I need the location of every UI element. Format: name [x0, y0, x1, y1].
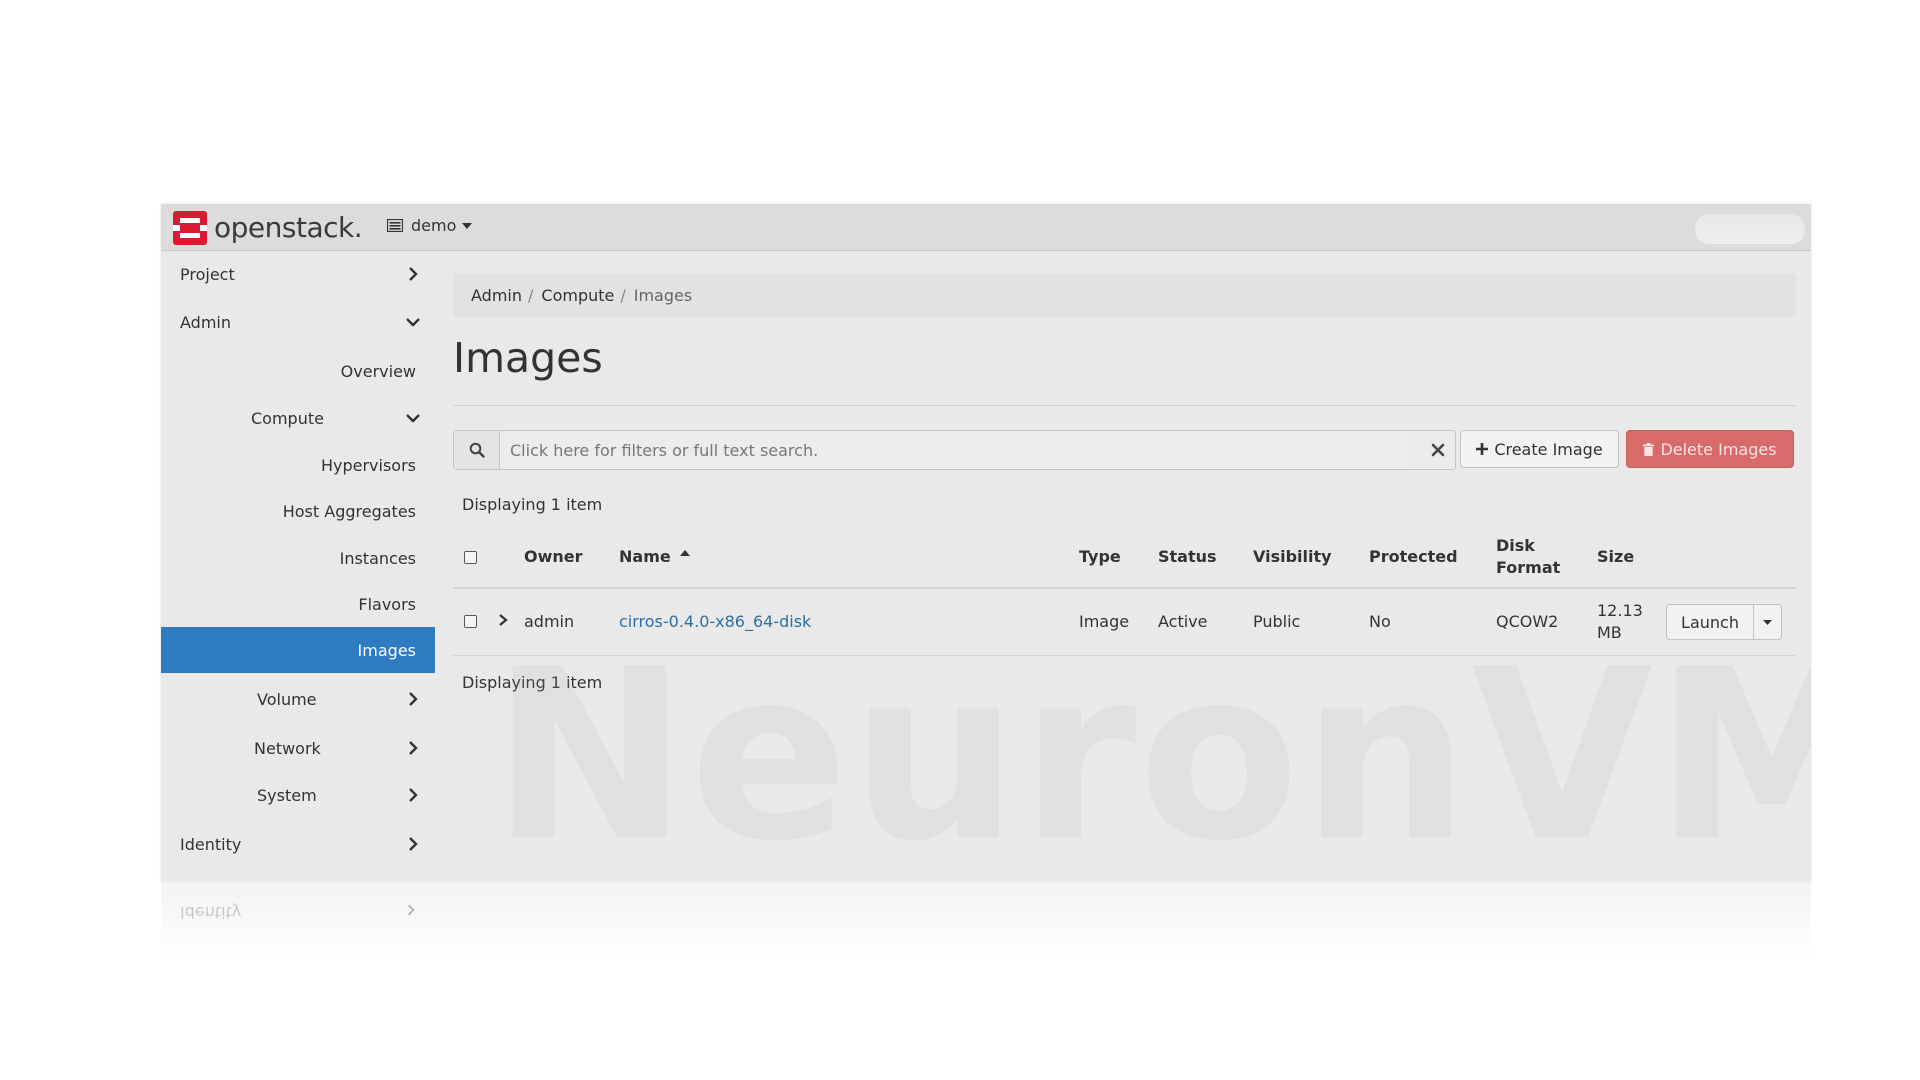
project-name: demo — [411, 216, 457, 235]
sort-ascending-icon — [680, 550, 691, 556]
delete-images-label: Delete Images — [1660, 439, 1777, 459]
table-header: Owner Name Type Status Visibility Protec… — [453, 526, 1796, 589]
window-reflection: Identity — [161, 881, 1811, 961]
sidebar-item-label: Overview — [340, 361, 416, 381]
sidebar-item-label: Volume — [257, 689, 317, 709]
chevron-down-icon — [406, 414, 420, 423]
breadcrumb-admin[interactable]: Admin — [471, 286, 522, 305]
sidebar-item-hypervisors[interactable]: Hypervisors — [161, 442, 435, 488]
chevron-right-icon — [408, 904, 415, 916]
column-header-type[interactable]: Type — [1079, 546, 1121, 568]
column-header-size[interactable]: Size — [1597, 546, 1634, 568]
title-divider — [453, 405, 1796, 406]
brand-text: openstack. — [214, 211, 363, 244]
column-header-protected[interactable]: Protected — [1369, 546, 1458, 568]
row-checkbox[interactable] — [464, 615, 477, 628]
breadcrumb-separator: / — [620, 285, 626, 305]
create-image-label: Create Image — [1494, 439, 1603, 459]
create-image-button[interactable]: Create Image — [1460, 430, 1619, 468]
project-switcher[interactable]: demo — [387, 216, 473, 235]
user-menu[interactable] — [1695, 214, 1805, 244]
chevron-down-icon — [406, 318, 420, 327]
sidebar-item-instances[interactable]: Instances — [161, 535, 435, 581]
search-addon[interactable] — [454, 431, 500, 469]
cell-size-value: 12.13 — [1597, 601, 1643, 620]
column-header-name[interactable]: Name — [619, 546, 691, 568]
sidebar-item-label: Hypervisors — [320, 455, 416, 475]
sidebar-item-volume[interactable]: Volume — [161, 676, 435, 722]
breadcrumb-current: Images — [633, 285, 693, 305]
openstack-logo-icon — [173, 211, 207, 245]
watermark: NeuronVM — [491, 620, 1811, 881]
sidebar-item-compute[interactable]: Compute — [161, 395, 435, 441]
top-navbar: openstack. demo — [161, 204, 1811, 251]
sidebar-item-admin[interactable]: Admin — [161, 299, 435, 345]
breadcrumb-compute[interactable]: Compute — [541, 286, 614, 305]
sidebar-item-project[interactable]: Project — [161, 251, 435, 297]
item-count-top: Displaying 1 item — [462, 495, 603, 514]
sidebar-item-label: Images — [357, 640, 416, 660]
search-input[interactable] — [500, 431, 1410, 469]
column-header-status[interactable]: Status — [1158, 546, 1217, 568]
sidebar-item-system[interactable]: System — [161, 772, 435, 818]
reflection-label: Identity — [180, 903, 242, 922]
sidebar-item-label: System — [257, 785, 317, 805]
project-list-icon — [387, 219, 403, 232]
plus-icon — [1476, 443, 1489, 455]
sidebar-item-identity[interactable]: Identity — [161, 821, 435, 867]
sidebar-item-label: Flavors — [358, 594, 416, 614]
sidebar-item-label: Project — [180, 264, 235, 284]
openstack-logo[interactable]: openstack. — [173, 211, 363, 245]
filter-search-group — [453, 430, 1456, 470]
sidebar-item-label: Admin — [180, 312, 231, 332]
chevron-right-icon — [409, 741, 418, 755]
sidebar-item-overview[interactable]: Overview — [161, 348, 435, 394]
breadcrumb-separator: / — [528, 285, 534, 305]
chevron-right-icon — [409, 692, 418, 706]
chevron-right-icon — [409, 267, 418, 281]
sidebar-item-host-aggregates[interactable]: Host Aggregates — [161, 488, 435, 534]
sidebar-nav: Project Admin Overview Compute Hyperviso… — [161, 251, 435, 881]
sidebar-item-label: Compute — [251, 408, 324, 428]
column-header-name-label: Name — [619, 547, 671, 566]
clear-search-icon[interactable] — [1429, 441, 1447, 459]
search-icon — [469, 442, 485, 458]
page-title: Images — [453, 334, 603, 382]
chevron-right-icon — [409, 837, 418, 851]
sidebar-item-label: Host Aggregates — [282, 501, 416, 521]
column-header-disk-format-line1: Disk — [1496, 536, 1535, 555]
column-header-disk-format[interactable]: Disk Format — [1496, 535, 1560, 579]
column-header-disk-format-line2: Format — [1496, 558, 1561, 577]
sidebar-item-flavors[interactable]: Flavors — [161, 581, 435, 627]
sidebar-item-images[interactable]: Images — [161, 627, 435, 673]
select-all-checkbox[interactable] — [464, 551, 477, 564]
breadcrumb: Admin / Compute / Images — [453, 273, 1796, 317]
sidebar-item-network[interactable]: Network — [161, 725, 435, 771]
sidebar-item-label: Identity — [180, 834, 242, 854]
horizon-dashboard: openstack. demo Project Admin Overview C… — [161, 204, 1811, 881]
column-header-owner[interactable]: Owner — [524, 546, 583, 568]
sidebar-item-label: Instances — [339, 548, 416, 568]
caret-down-icon — [462, 222, 473, 229]
trash-icon — [1643, 442, 1655, 456]
delete-images-button[interactable]: Delete Images — [1626, 430, 1794, 468]
sidebar-item-label: Network — [254, 738, 321, 758]
chevron-right-icon — [409, 788, 418, 802]
column-header-visibility[interactable]: Visibility — [1253, 546, 1332, 568]
